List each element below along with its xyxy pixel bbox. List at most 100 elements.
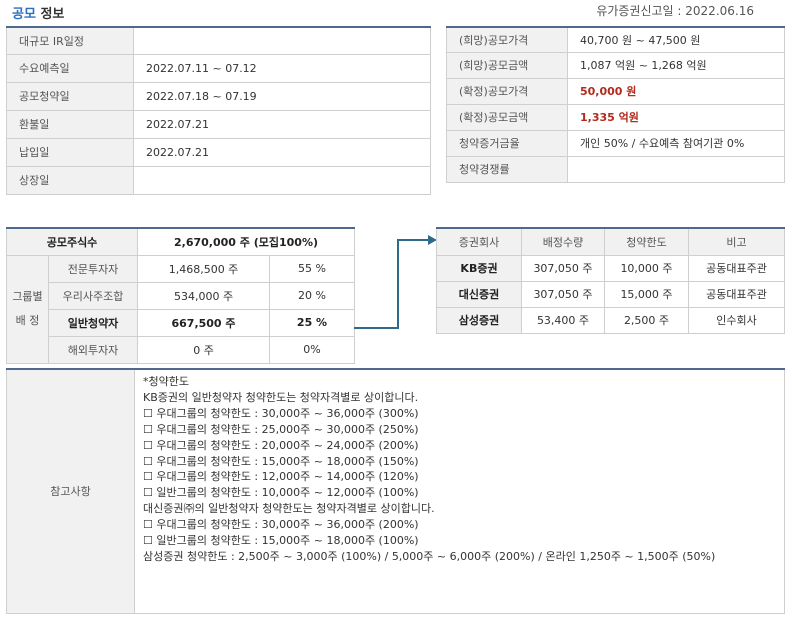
broker-row: 삼성증권 53,400 주 2,500 주 인수회사 — [436, 306, 785, 334]
allocated-percent: 55 % — [269, 254, 356, 283]
group-label-line2: 배 정 — [15, 314, 40, 327]
schedule-value — [133, 26, 431, 55]
note-line: ☐ 우대그룹의 청약한도 : 15,000주 ~ 18,000주 (150%) — [143, 454, 419, 468]
pricing-label: (확정)공모금액 — [446, 103, 568, 131]
note-line: 대신증권㈜의 일반청약자 청약한도는 청약자격별로 상이합니다. — [143, 502, 435, 516]
investor-type: 우리사주조합 — [47, 281, 139, 310]
allocation-table: 공모주식수 2,670,000 주 (모집100%) 그룹별배 정 전문투자자 … — [5, 227, 356, 364]
brokers-table: 증권회사 배정수량 청약한도 비고 KB증권 307,050 주 10,000 … — [436, 227, 785, 334]
note-line: *청약한도 — [143, 375, 189, 388]
pricing-value — [567, 155, 785, 183]
allocation-row: 해외투자자 0 주 0% — [7, 335, 356, 364]
allocation-total-row: 공모주식수 2,670,000 주 (모집100%) — [5, 227, 356, 256]
pricing-row: (확정)공모가격 50,000 원 — [446, 77, 785, 105]
schedule-row: 수요예측일 2022.07.11 ~ 07.12 — [6, 53, 431, 83]
notes-table: 참고사항 *청약한도 KB증권의 일반청약자 청약한도는 청약자격별로 상이합니… — [6, 368, 785, 614]
allocated-shares: 534,000 주 — [137, 281, 271, 310]
note-line: ☐ 우대그룹의 청약한도 : 30,000주 ~ 36,000주 (200%) — [143, 518, 419, 532]
broker-note: 공동대표주관 — [688, 280, 785, 308]
broker-row: KB증권 307,050 주 10,000 주 공동대표주관 — [436, 254, 785, 282]
broker-limit: 2,500 주 — [604, 306, 689, 334]
note-line: 삼성증권 청약한도 : 2,500주 ~ 3,000주 (100%) / 5,0… — [143, 549, 716, 563]
note-line: ☐ 우대그룹의 청약한도 : 20,000주 ~ 24,000주 (200%) — [143, 438, 419, 452]
filing-date-info: 유가증권신고일 : 2022.06.16 — [596, 2, 754, 19]
investor-type: 전문투자자 — [47, 254, 139, 283]
allocation-row-highlight: 일반청약자 667,500 주 25 % — [7, 308, 356, 337]
pricing-label: (확정)공모가격 — [446, 77, 568, 105]
schedule-table: 대규모 IR일정 수요예측일 2022.07.11 ~ 07.12 공모청약일 20… — [6, 26, 431, 195]
title-accent: 공모 — [12, 7, 36, 22]
broker-qty: 53,400 주 — [521, 306, 605, 334]
schedule-label: 상장일 — [6, 165, 134, 195]
note-line: ☐ 일반그룹의 청약한도 : 10,000주 ~ 12,000주 (100%) — [143, 486, 419, 500]
pricing-table: (희망)공모가격 40,700 원 ~ 47,500 원 (희망)공모금액 1,08… — [446, 26, 785, 183]
schedule-row: 납입일 2022.07.21 — [6, 137, 431, 167]
note-line: ☐ 우대그룹의 청약한도 : 12,000주 ~ 14,000주 (120%) — [143, 470, 419, 484]
investor-type: 일반청약자 — [47, 308, 139, 337]
allocated-shares: 667,500 주 — [137, 308, 271, 337]
schedule-label: 환불일 — [6, 109, 134, 139]
note-line: ☐ 우대그룹의 청약한도 : 30,000주 ~ 36,000주 (300%) — [143, 406, 419, 420]
allocated-percent: 0% — [269, 335, 356, 364]
note-line: ☐ 일반그룹의 청약한도 : 15,000주 ~ 18,000주 (100%) — [143, 534, 419, 548]
column-header: 배정수량 — [521, 227, 605, 256]
allocated-percent: 25 % — [269, 308, 356, 337]
pricing-row: 청약증거금율 개인 50% / 수요예측 참여기관 0% — [446, 129, 785, 157]
broker-note: 공동대표주관 — [688, 254, 785, 282]
pricing-row: 청약경쟁률 — [446, 155, 785, 183]
schedule-row: 상장일 — [6, 165, 431, 195]
schedule-value: 2022.07.18 ~ 07.19 — [133, 81, 431, 111]
schedule-label: 공모청약일 — [6, 81, 134, 111]
pricing-value-highlight: 50,000 원 — [567, 77, 785, 105]
notes-label: 참고사항 — [6, 368, 135, 614]
broker-name: 대신증권 — [436, 280, 522, 308]
pricing-row: (희망)공모가격 40,700 원 ~ 47,500 원 — [446, 26, 785, 53]
schedule-value: 2022.07.21 — [133, 137, 431, 167]
title-rest: 정보 — [35, 7, 65, 22]
broker-qty: 307,050 주 — [521, 280, 605, 308]
schedule-row: 공모청약일 2022.07.18 ~ 07.19 — [6, 81, 431, 111]
note-line: KB증권의 일반청약자 청약한도는 청약자격별로 상이합니다. — [143, 390, 419, 404]
notes-body: *청약한도 KB증권의 일반청약자 청약한도는 청약자격별로 상이합니다. ☐ … — [134, 368, 785, 614]
schedule-label: 수요예측일 — [6, 53, 134, 83]
schedule-row: 환불일 2022.07.21 — [6, 109, 431, 139]
broker-limit: 15,000 주 — [604, 280, 689, 308]
group-label-line1: 그룹별 — [12, 290, 43, 303]
schedule-value — [133, 165, 431, 195]
column-header: 증권회사 — [436, 227, 522, 256]
pricing-label: 청약경쟁률 — [446, 155, 568, 183]
connector-arrow-icon — [354, 235, 437, 329]
pricing-label: 청약증거금율 — [446, 129, 568, 157]
pricing-label: (희망)공모금액 — [446, 51, 568, 79]
brokers-header-row: 증권회사 배정수량 청약한도 비고 — [436, 227, 785, 256]
investor-type: 해외투자자 — [47, 335, 139, 364]
total-shares-value: 2,670,000 주 (모집100%) — [137, 227, 356, 256]
schedule-value: 2022.07.21 — [133, 109, 431, 139]
notes-row: 참고사항 *청약한도 KB증권의 일반청약자 청약한도는 청약자격별로 상이합니… — [6, 368, 785, 614]
column-header: 비고 — [688, 227, 785, 256]
pricing-value: 개인 50% / 수요예측 참여기관 0% — [567, 129, 785, 157]
page-title: 공모 정보 — [12, 3, 64, 22]
schedule-row: 대규모 IR일정 — [6, 26, 431, 55]
broker-qty: 307,050 주 — [521, 254, 605, 282]
broker-row: 대신증권 307,050 주 15,000 주 공동대표주관 — [436, 280, 785, 308]
group-allocation-label: 그룹별배 정 — [6, 254, 49, 364]
allocated-shares: 1,468,500 주 — [137, 254, 271, 283]
schedule-label: 대규모 IR일정 — [6, 26, 134, 55]
allocated-shares: 0 주 — [137, 335, 271, 364]
schedule-value: 2022.07.11 ~ 07.12 — [133, 53, 431, 83]
schedule-label: 납입일 — [6, 137, 134, 167]
pricing-row: (확정)공모금액 1,335 억원 — [446, 103, 785, 131]
filing-label: 유가증권신고일 : — [596, 4, 682, 18]
allocation-row: 그룹별배 정 전문투자자 1,468,500 주 55 % — [6, 254, 356, 364]
filing-date: 2022.06.16 — [685, 4, 754, 18]
broker-limit: 10,000 주 — [604, 254, 689, 282]
allocation-row: 우리사주조합 534,000 주 20 % — [7, 281, 356, 310]
pricing-label: (희망)공모가격 — [446, 26, 568, 53]
broker-note: 인수회사 — [688, 306, 785, 334]
pricing-value: 40,700 원 ~ 47,500 원 — [567, 26, 785, 53]
column-header: 청약한도 — [604, 227, 689, 256]
pricing-value-highlight: 1,335 억원 — [567, 103, 785, 131]
broker-name: 삼성증권 — [436, 306, 522, 334]
total-shares-label: 공모주식수 — [5, 227, 139, 256]
